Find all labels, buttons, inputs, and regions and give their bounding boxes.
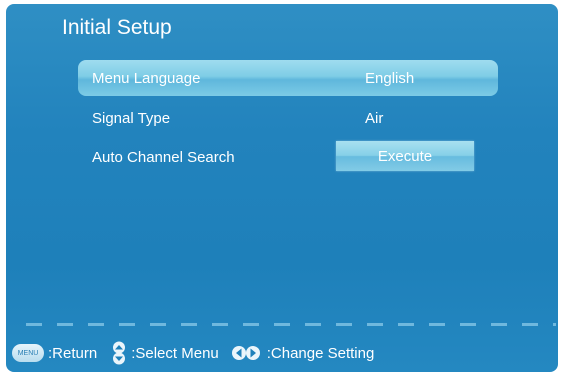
change-setting-hint: :Change Setting: [266, 344, 375, 362]
menu-item-signal-type[interactable]: Signal Type Air: [78, 100, 498, 136]
setup-screen: Initial Setup Menu Language English Sign…: [6, 4, 558, 372]
execute-button[interactable]: Execute: [336, 141, 474, 171]
menu-item-auto-channel-search[interactable]: Auto Channel Search Execute: [78, 139, 498, 175]
signal-type-label: Signal Type: [92, 110, 171, 127]
menu-item-menu-language[interactable]: Menu Language English: [78, 60, 498, 96]
divider: [26, 323, 556, 326]
up-down-arrows-icon: [109, 341, 129, 365]
left-right-arrows-icon: [231, 343, 261, 363]
menu-key-icon: MENU: [12, 344, 44, 362]
select-menu-hint: :Select Menu: [131, 344, 219, 362]
signal-type-value: Air: [365, 110, 384, 127]
page-title: Initial Setup: [62, 16, 172, 39]
return-hint: :Return: [48, 344, 98, 362]
menu-language-label: Menu Language: [92, 70, 201, 87]
help-bar: MENU :Return :Select Menu :Change Settin…: [12, 340, 374, 366]
menu-language-value: English: [365, 70, 415, 87]
auto-channel-search-label: Auto Channel Search: [92, 149, 235, 166]
